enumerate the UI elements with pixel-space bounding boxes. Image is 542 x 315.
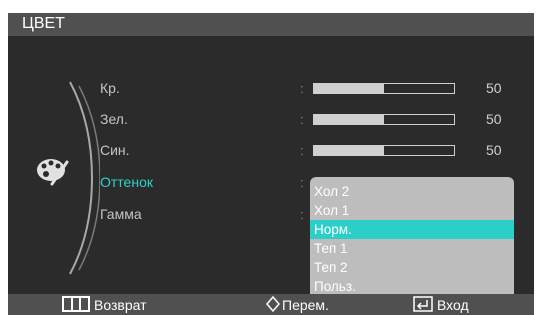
option-label: Хол 1 [314,203,350,218]
option-label: Теп 1 [314,241,348,256]
palette-icon [37,159,69,186]
option-normal[interactable]: Норм. [310,220,514,239]
menu-title: ЦВЕТ [22,15,65,32]
menu-item-blue[interactable]: Син. [100,142,130,158]
osd-menu: ЦВЕТ Кр. : 50 Зел. : 50 Син. : 50 Оттено… [8,13,534,315]
red-slider-fill [314,84,384,93]
footer-bar: Возврат Перем. Вход [8,294,534,315]
green-slider[interactable] [313,114,455,125]
title-bar: ЦВЕТ [8,13,534,36]
menu-item-red[interactable]: Кр. [100,80,120,96]
green-slider-fill [314,115,384,124]
green-value: 50 [486,111,502,127]
menu-item-green[interactable]: Зел. [100,111,128,127]
enter-label[interactable]: Вход [437,297,469,313]
option-cool-1[interactable]: Хол 1 [310,201,514,220]
menu-item-gamma[interactable]: Гамма [100,206,142,222]
option-warm-1[interactable]: Теп 1 [310,239,514,258]
blue-value: 50 [486,142,502,158]
separator: : [300,81,304,96]
option-cool-2[interactable]: Хол 2 [310,182,514,201]
enter-icon [413,296,433,312]
up-down-arrow-icon [266,296,280,312]
option-label: Норм. [314,222,352,237]
move-label[interactable]: Перем. [282,297,329,313]
back-label[interactable]: Возврат [94,297,147,313]
red-value: 50 [486,80,502,96]
menu-panel: Кр. : 50 Зел. : 50 Син. : 50 Оттенок : Г… [8,36,534,303]
menu-item-tone[interactable]: Оттенок [100,174,153,190]
option-label: Теп 2 [314,260,348,275]
red-slider[interactable] [313,83,455,94]
option-warm-2[interactable]: Теп 2 [310,258,514,277]
tone-dropdown[interactable]: Хол 2 Хол 1 Норм. Теп 1 Теп 2 Польз. [310,177,514,303]
option-label: Хол 2 [314,184,350,199]
blue-slider-fill [314,146,384,155]
separator: : [300,175,304,190]
separator: : [300,112,304,127]
return-grid-icon [62,296,90,312]
blue-slider[interactable] [313,145,455,156]
menu-bracket [69,81,100,275]
separator: : [300,143,304,158]
separator: : [300,207,304,222]
